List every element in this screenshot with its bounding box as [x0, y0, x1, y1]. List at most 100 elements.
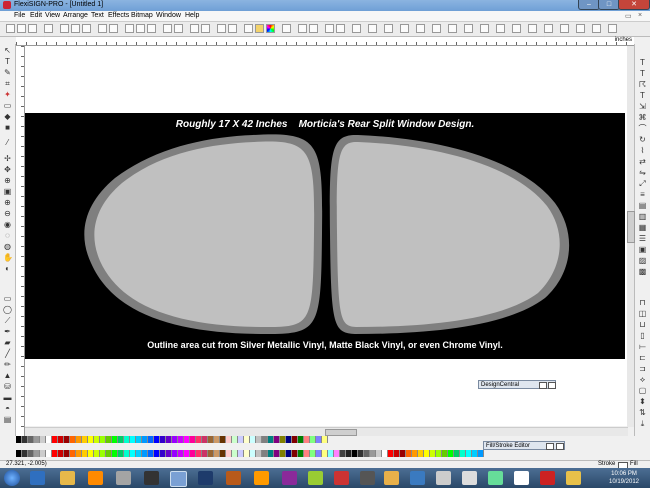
app-icon-20[interactable]	[566, 471, 581, 485]
scale-icon[interactable]: ⤢	[638, 179, 647, 188]
list-icon[interactable]: ☰	[638, 234, 647, 243]
photoshop-icon[interactable]	[198, 471, 213, 485]
window-shapes[interactable]	[25, 113, 625, 359]
mcafee-icon[interactable]	[540, 471, 555, 485]
tangent-icon[interactable]	[416, 24, 425, 33]
join-right-icon[interactable]: ⊔	[638, 320, 647, 329]
new-icon[interactable]	[6, 24, 15, 33]
redo-icon[interactable]	[109, 24, 118, 33]
app-icon-11[interactable]	[334, 471, 349, 485]
smooth-curve-icon[interactable]	[560, 24, 569, 33]
warp-icon[interactable]: ⌇	[638, 146, 647, 155]
horizontal-ruler[interactable]	[16, 37, 634, 46]
color-wheel-icon[interactable]	[266, 24, 275, 33]
start-button[interactable]	[4, 470, 20, 486]
gradient-icon[interactable]: ▤	[3, 415, 12, 424]
cut-contour-icon[interactable]	[201, 24, 210, 33]
outline-icon[interactable]: ▣	[638, 245, 647, 254]
angle-icon[interactable]	[384, 24, 393, 33]
app-icon-14[interactable]	[410, 471, 425, 485]
line-to-curve-icon[interactable]	[576, 24, 585, 33]
menu-view[interactable]: View	[45, 12, 60, 19]
zoom-fit-icon[interactable]: ◉	[3, 220, 12, 229]
text-frame-icon[interactable]: T	[638, 69, 647, 78]
color-palette-bottom[interactable]	[16, 450, 486, 458]
align-text-icon[interactable]: ≡	[638, 190, 647, 199]
circle-icon[interactable]	[496, 24, 505, 33]
fit-icon[interactable]	[592, 24, 601, 33]
order-icon[interactable]: ⤓	[638, 419, 647, 428]
app-icon-17[interactable]	[488, 471, 503, 485]
menu-bitmap[interactable]: Bitmap	[131, 12, 153, 19]
panel-restore-icon[interactable]	[539, 382, 547, 389]
cusp-icon[interactable]	[608, 24, 617, 33]
node-icon[interactable]	[228, 24, 237, 33]
node-arrow-icon[interactable]	[309, 24, 318, 33]
panel-close-icon[interactable]	[548, 382, 556, 389]
break-icon[interactable]	[432, 24, 441, 33]
taskbar-clock[interactable]: 10:06 PM 10/19/2012	[604, 470, 644, 486]
shape-tool-icon[interactable]: ▭	[3, 101, 12, 110]
close-button[interactable]: ✕	[618, 0, 650, 10]
align-nodes-icon[interactable]	[544, 24, 553, 33]
grid-icon[interactable]	[190, 24, 199, 33]
brush-icon[interactable]: ╱	[3, 349, 12, 358]
lasso-icon[interactable]: ◯	[3, 305, 12, 314]
zoom-in-icon[interactable]: ⊕	[3, 176, 12, 185]
app-icon-13[interactable]	[384, 471, 399, 485]
pencil-icon[interactable]: ✏	[3, 360, 12, 369]
pan-icon[interactable]: ✥	[3, 165, 12, 174]
menu-arrange[interactable]: Arrange	[63, 12, 88, 19]
copy-icon[interactable]	[71, 24, 80, 33]
fill-icon[interactable]: ▥	[638, 212, 647, 221]
design-artwork[interactable]: Roughly 17 X 42 Inches Morticia's Rear S…	[25, 113, 625, 359]
cut-icon[interactable]	[60, 24, 69, 33]
restore-child-icon[interactable]: ▭	[625, 12, 632, 20]
ruler-text-icon[interactable]: ▤	[638, 201, 647, 210]
zoom-box-icon[interactable]: ▣	[3, 187, 12, 196]
text-tool-icon[interactable]: T	[3, 57, 12, 66]
rectangle-tool-icon[interactable]: ■	[3, 123, 12, 132]
contour-icon[interactable]: ◫	[638, 309, 647, 318]
zoom-out-icon[interactable]: ⊖	[3, 209, 12, 218]
shadow-icon[interactable]: ▨	[638, 256, 647, 265]
rect-select-icon[interactable]: ▭	[3, 294, 12, 303]
paint-icon[interactable]: ▰	[3, 338, 12, 347]
bucket-icon[interactable]: ⛁	[3, 382, 12, 391]
shear-icon[interactable]: ⇋	[638, 168, 647, 177]
group-icon[interactable]: ▯	[638, 331, 647, 340]
help-icon[interactable]	[282, 24, 291, 33]
flexisign-task[interactable]	[170, 471, 187, 487]
vertical-scroll-thumb[interactable]	[627, 211, 635, 243]
stamp-icon[interactable]: ▲	[3, 371, 12, 380]
crop-icon[interactable]: ⌗	[3, 79, 12, 88]
measure-icon[interactable]: ✢	[3, 154, 12, 163]
horizontal-scrollbar[interactable]	[25, 427, 628, 436]
horizontal-scroll-thumb[interactable]	[325, 429, 357, 436]
design-central-panel[interactable]: DesignCentral	[478, 380, 556, 389]
hide-icon[interactable]: ⟡	[638, 375, 647, 384]
app-icon-18[interactable]	[514, 471, 529, 485]
print-icon[interactable]	[44, 24, 53, 33]
color-icon[interactable]	[255, 24, 264, 33]
menu-text[interactable]: Text	[91, 12, 104, 19]
close-child-icon[interactable]: ×	[638, 12, 642, 19]
grid-right-icon[interactable]: ▩	[638, 267, 647, 276]
menu-edit[interactable]: Edit	[30, 12, 42, 19]
app-icon-4[interactable]	[116, 471, 131, 485]
weed-icon[interactable]	[163, 24, 172, 33]
app-icon-10[interactable]	[308, 471, 323, 485]
color-swatch[interactable]	[478, 450, 484, 457]
explorer-icon[interactable]	[60, 471, 75, 485]
text-icon[interactable]: T	[638, 58, 647, 67]
weld-icon[interactable]: ⊓	[638, 298, 647, 307]
break-apart-icon[interactable]: ⊐	[638, 364, 647, 373]
hand-icon[interactable]: ✋	[3, 253, 13, 262]
curve-icon[interactable]	[352, 24, 361, 33]
reverse-icon[interactable]	[512, 24, 521, 33]
color-palette-top[interactable]	[16, 436, 634, 444]
ungroup-icon[interactable]: ⟝	[638, 342, 647, 351]
combine-icon[interactable]: ⊏	[638, 353, 647, 362]
select-tool-icon[interactable]: ↖	[3, 46, 12, 55]
knife-icon[interactable]: ⟋	[3, 316, 12, 325]
